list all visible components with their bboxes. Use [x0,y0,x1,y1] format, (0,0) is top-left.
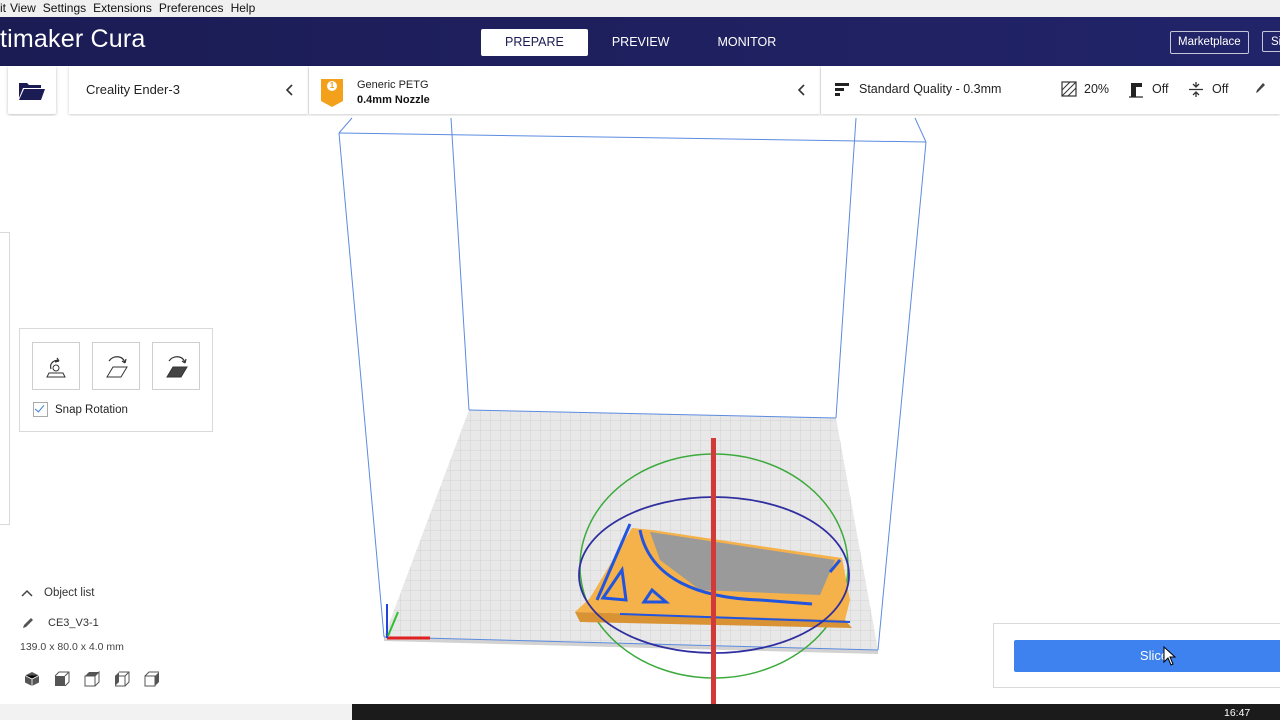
cube-left-icon [115,671,130,687]
reset-rotation-button[interactable] [32,342,80,390]
stage-tabs: PREPARE PREVIEW MONITOR [481,29,800,56]
view-right-button[interactable] [144,671,162,689]
menu-preferences[interactable]: Preferences [159,0,224,17]
folder-icon [19,83,45,100]
material-selector[interactable]: 1 Generic PETG 0.4mm Nozzle [309,66,820,114]
app-logo: timaker Cura [0,25,146,53]
snap-rotation-checkbox[interactable]: Snap Rotation [33,402,128,417]
printer-name: Creality Ender-3 [86,82,180,97]
material-name: Generic PETG [357,79,429,91]
mouse-cursor-icon [1163,646,1177,666]
cube-3d-icon [24,672,40,686]
menu-bar: it View Settings Extensions Preferences Help [0,0,1280,17]
top-panel-bar: Creality Ender-3 1 Generic PETG 0.4mm No… [0,66,1280,116]
checkbox-checked-icon [33,402,48,417]
lay-flat-icon [106,356,128,378]
support-value: Off [1152,82,1169,96]
rotate-tool-panel: Snap Rotation [19,328,213,432]
slice-button[interactable]: Slice [1014,640,1280,672]
print-settings-selector[interactable]: Standard Quality - 0.3mm 20% Off Off [821,66,1280,114]
adhesion-value: Off [1212,82,1229,96]
chevron-left-icon [285,84,293,96]
infill-icon [1061,81,1077,97]
menu-edit[interactable]: it [0,0,6,17]
rotate-ring-red [711,438,716,704]
cube-right-icon [144,671,159,687]
view-top-button[interactable] [84,670,102,689]
marketplace-button[interactable]: Marketplace [1170,31,1249,54]
taskbar-clock: 16:47 [1224,707,1251,719]
cube-top-icon [84,670,100,687]
select-face-button[interactable] [152,342,200,390]
left-tool-rail [0,232,10,525]
menu-settings[interactable]: Settings [43,0,86,17]
snap-rotation-label: Snap Rotation [55,403,128,416]
open-file-button[interactable] [8,66,56,114]
view-left-button[interactable] [114,671,132,689]
quality-profile: Standard Quality - 0.3mm [859,82,1002,96]
printer-selector[interactable]: Creality Ender-3 [69,66,308,114]
view-3d-button[interactable] [24,671,42,689]
select-face-icon [166,356,188,378]
nozzle-size: 0.4mm Nozzle [357,94,430,106]
app-header: timaker Cura PREPARE PREVIEW MONITOR Mar… [0,17,1280,66]
infill-value: 20% [1084,82,1110,96]
chevron-left-icon [797,84,805,96]
3d-viewport[interactable]: Snap Rotation [0,116,1280,704]
adhesion-icon [1189,82,1203,97]
pencil-icon[interactable] [1254,81,1266,95]
object-dimensions: 139.0 x 80.0 x 4.0 mm [20,641,124,653]
tab-preview[interactable]: PREVIEW [588,29,694,56]
object-name: CE3_V3-1 [48,617,99,629]
tab-monitor[interactable]: MONITOR [693,29,800,56]
menu-extensions[interactable]: Extensions [93,0,152,17]
object-list-toggle[interactable]: Object list [20,587,95,599]
view-front-button[interactable] [54,671,72,689]
extruder-badge-icon: 1 [321,79,343,107]
menu-view[interactable]: View [10,0,36,17]
support-icon [1129,83,1143,98]
reset-rotation-icon [46,357,66,378]
os-taskbar: 16:47 [0,704,1280,720]
camera-view-buttons [24,670,174,689]
sign-in-button[interactable]: Si [1262,31,1280,52]
chevron-up-icon [21,589,33,597]
edit-pencil-icon[interactable] [21,616,35,630]
lay-flat-button[interactable] [92,342,140,390]
tab-prepare[interactable]: PREPARE [481,29,588,56]
taskbar-search[interactable] [0,704,352,720]
quality-icon [835,83,849,96]
menu-help[interactable]: Help [231,0,256,17]
cube-front-icon [54,671,70,687]
